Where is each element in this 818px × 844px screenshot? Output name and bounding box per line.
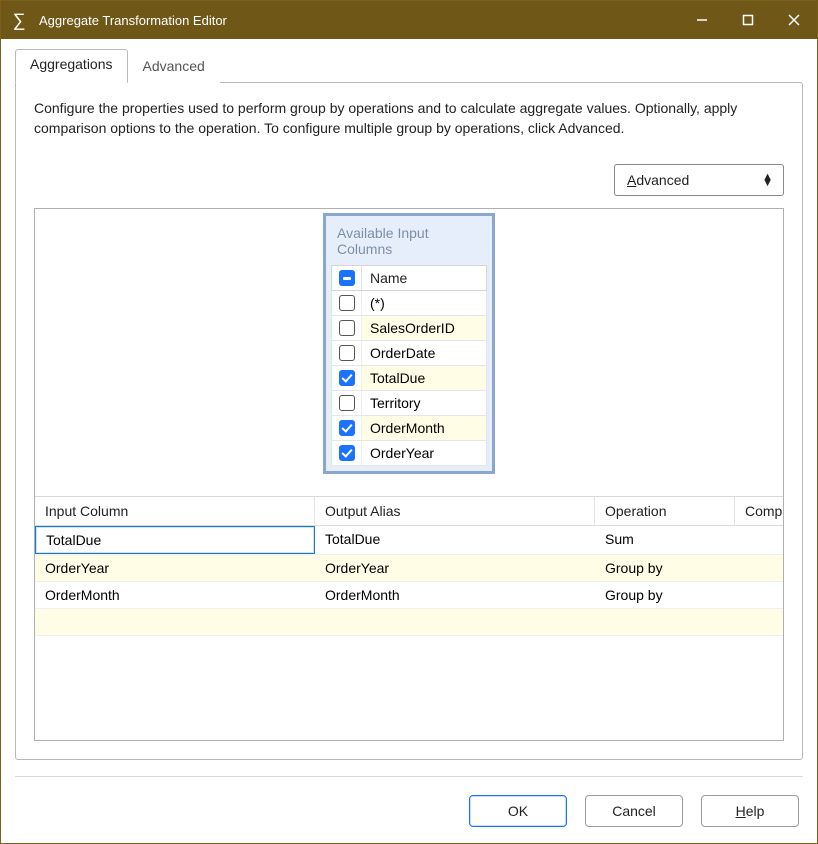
cell-operation[interactable]: Group by <box>595 555 735 581</box>
cell-input-column[interactable]: OrderYear <box>35 555 315 581</box>
available-column-row[interactable]: OrderMonth <box>331 416 487 441</box>
sigma-icon: ∑ <box>9 10 29 30</box>
cell-empty[interactable] <box>315 609 595 635</box>
column-checkbox[interactable] <box>339 420 355 436</box>
maximize-button[interactable] <box>725 1 771 39</box>
ok-button[interactable]: OK <box>469 795 567 827</box>
help-button-label: Help <box>736 803 765 819</box>
cancel-button[interactable]: Cancel <box>585 795 683 827</box>
cell-comparison[interactable] <box>735 582 783 608</box>
column-name: OrderMonth <box>362 416 486 440</box>
header-checkbox-indeterminate[interactable] <box>339 270 355 286</box>
aggregation-grid: Input Column Output Alias Operation Comp… <box>35 496 783 740</box>
available-columns-area: Available Input Columns Name (*)SalesOrd… <box>35 209 783 496</box>
tab-aggregations[interactable]: Aggregations <box>15 49 128 83</box>
advanced-dropdown[interactable]: Advanced ▲▼ <box>614 164 784 196</box>
grid-row[interactable]: TotalDueTotalDueSum <box>35 526 783 555</box>
column-name: TotalDue <box>362 366 486 390</box>
available-column-row[interactable]: TotalDue <box>331 366 487 391</box>
cell-comparison[interactable] <box>735 526 783 554</box>
available-column-row[interactable]: (*) <box>331 291 487 316</box>
cell-empty[interactable] <box>735 609 783 635</box>
grid-header-operation[interactable]: Operation <box>595 497 735 525</box>
column-name: OrderDate <box>362 341 486 365</box>
tab-page-aggregations: Configure the properties used to perform… <box>15 82 803 760</box>
available-column-row[interactable]: SalesOrderID <box>331 316 487 341</box>
available-columns-table: Name (*)SalesOrderIDOrderDateTotalDueTer… <box>331 265 487 466</box>
available-columns-header: Name <box>331 265 487 291</box>
tab-advanced[interactable]: Advanced <box>128 49 220 83</box>
dialog-window: ∑ Aggregate Transformation Editor Aggreg… <box>0 0 818 844</box>
grid-new-row[interactable] <box>35 609 783 636</box>
editor-panel: Available Input Columns Name (*)SalesOrd… <box>34 208 784 741</box>
advanced-dropdown-label: Advanced <box>627 172 689 188</box>
window-buttons <box>679 1 817 39</box>
available-column-row[interactable]: OrderYear <box>331 441 487 466</box>
column-name: (*) <box>362 291 486 315</box>
grid-header-input-column[interactable]: Input Column <box>35 497 315 525</box>
grid-row[interactable]: OrderMonthOrderMonthGroup by <box>35 582 783 609</box>
minimize-button[interactable] <box>679 1 725 39</box>
advanced-dropdown-row: Advanced ▲▼ <box>34 164 784 196</box>
updown-icon: ▲▼ <box>762 174 773 186</box>
available-columns-header-name[interactable]: Name <box>362 266 486 290</box>
grid-row[interactable]: OrderYearOrderYearGroup by <box>35 555 783 582</box>
client-area: Aggregations Advanced Configure the prop… <box>1 39 817 843</box>
available-column-row[interactable]: OrderDate <box>331 341 487 366</box>
tabstrip: Aggregations Advanced <box>15 49 803 83</box>
column-checkbox[interactable] <box>339 320 355 336</box>
description-text: Configure the properties used to perform… <box>34 99 784 138</box>
cell-output-alias[interactable]: TotalDue <box>315 526 595 554</box>
column-checkbox[interactable] <box>339 295 355 311</box>
grid-scroll[interactable]: Input Column Output Alias Operation Comp… <box>35 497 783 740</box>
cell-comparison[interactable] <box>735 555 783 581</box>
titlebar: ∑ Aggregate Transformation Editor <box>1 1 817 39</box>
column-checkbox[interactable] <box>339 370 355 386</box>
help-button[interactable]: Help <box>701 795 799 827</box>
column-checkbox[interactable] <box>339 345 355 361</box>
column-name: Territory <box>362 391 486 415</box>
cell-output-alias[interactable]: OrderYear <box>315 555 595 581</box>
cell-input-column[interactable]: TotalDue <box>35 526 315 554</box>
window-title: Aggregate Transformation Editor <box>39 13 227 28</box>
column-checkbox[interactable] <box>339 395 355 411</box>
footer-buttons: OK Cancel Help <box>15 777 803 829</box>
cell-empty[interactable] <box>595 609 735 635</box>
column-name: OrderYear <box>362 441 486 465</box>
cell-input-column[interactable]: OrderMonth <box>35 582 315 608</box>
cell-operation[interactable]: Group by <box>595 582 735 608</box>
grid-header: Input Column Output Alias Operation Comp… <box>35 497 783 526</box>
available-columns-box: Available Input Columns Name (*)SalesOrd… <box>323 213 495 474</box>
available-columns-title: Available Input Columns <box>331 221 487 265</box>
available-column-row[interactable]: Territory <box>331 391 487 416</box>
grid-header-comparison[interactable]: Compa <box>735 497 783 525</box>
cell-operation[interactable]: Sum <box>595 526 735 554</box>
grid-header-output-alias[interactable]: Output Alias <box>315 497 595 525</box>
cell-empty[interactable] <box>35 609 315 635</box>
cell-output-alias[interactable]: OrderMonth <box>315 582 595 608</box>
column-name: SalesOrderID <box>362 316 486 340</box>
column-checkbox[interactable] <box>339 445 355 461</box>
close-button[interactable] <box>771 1 817 39</box>
